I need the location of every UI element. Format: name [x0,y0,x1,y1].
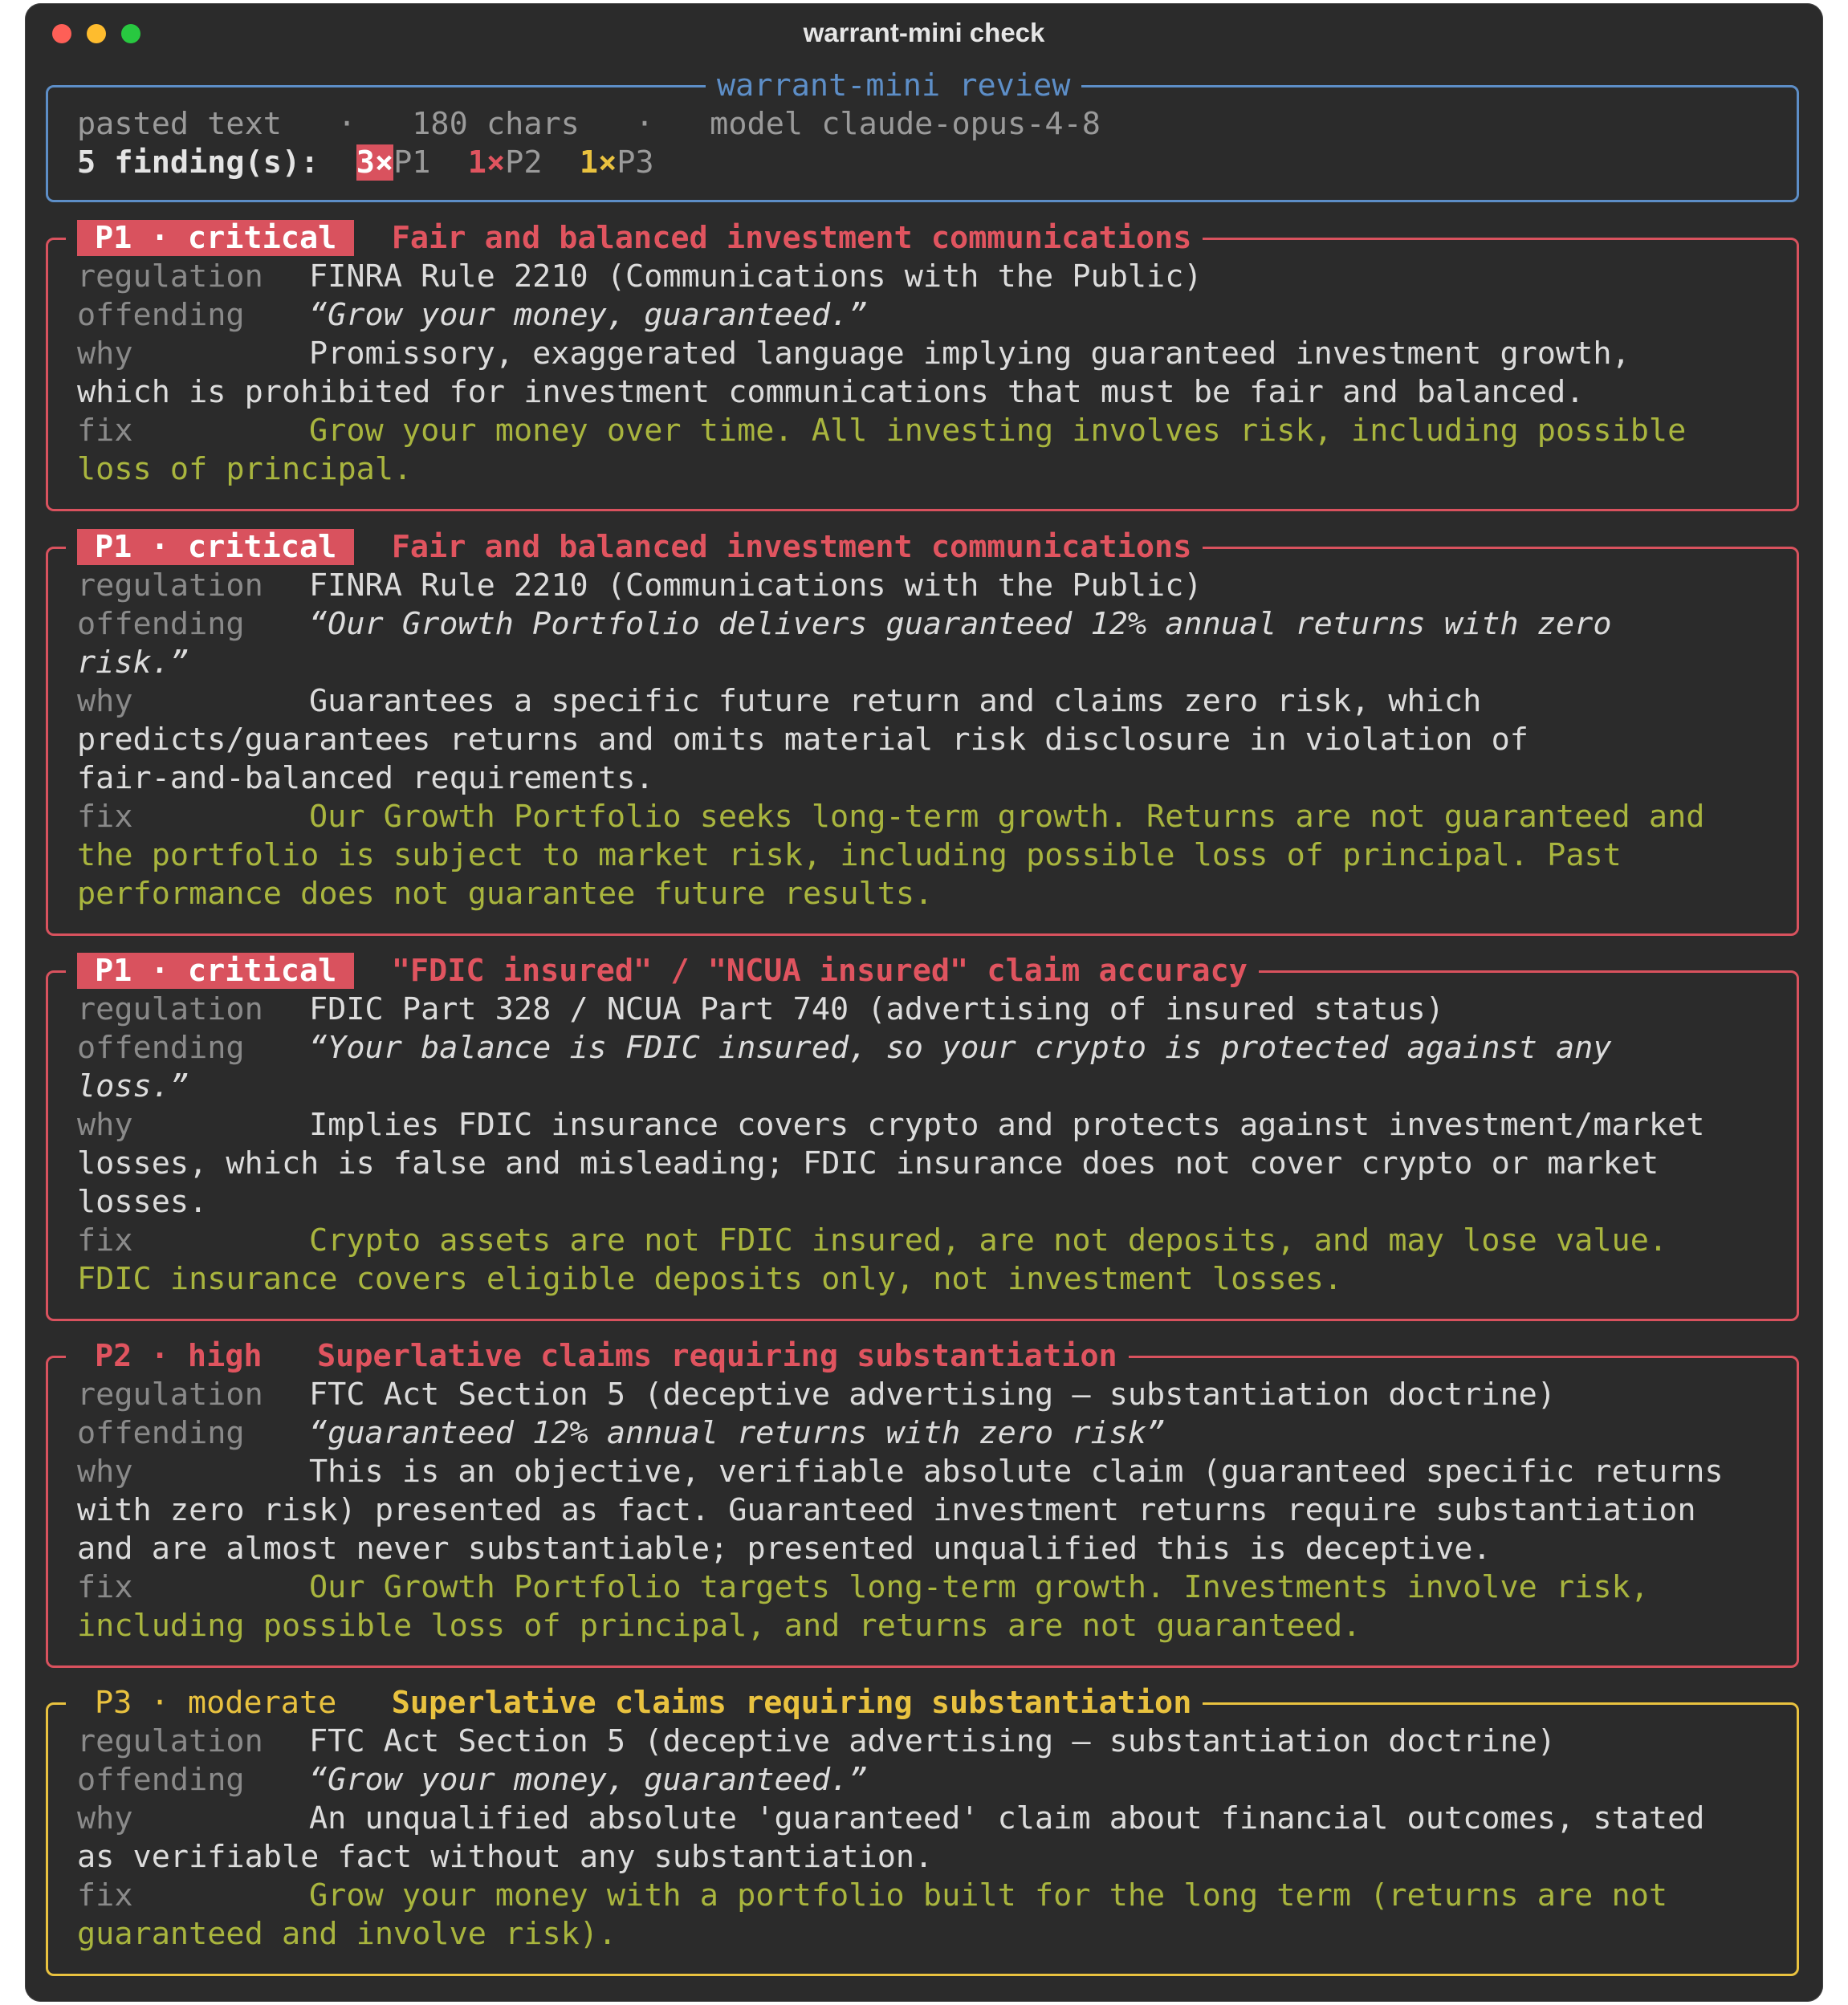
finding-card-3: P1 · critical "FDIC insured" / "NCUA ins… [46,950,1799,1321]
why-text-cont: which is prohibited for investment commu… [77,374,1585,410]
offending-text-cont: risk.” [77,645,189,681]
fix-text-cont: performance does not guarantee future re… [77,876,934,912]
fix-text: Our Growth Portfolio targets long-term g… [309,1569,1649,1605]
finding-legend: P1 · critical Fair and balanced investme… [66,218,1203,259]
why-row: why An unqualified absolute 'guaranteed' … [77,1800,1705,1836]
fix-row: fix Grow your money with a portfolio buil… [77,1877,1668,1913]
offending-text: “Grow your money, guaranteed.” [309,1762,868,1798]
finding-legend: P2 · high Superlative claims requiring s… [66,1336,1129,1377]
why-text: Guarantees a specific future return and … [309,683,1482,719]
why-text: This is an objective, verifiable absolut… [309,1454,1724,1490]
window-title: warrant-mini check [803,18,1045,47]
model-label: model claude-opus-4-8 [710,106,1101,142]
offending-text: “guaranteed 12% annual returns with zero… [309,1415,1166,1451]
why-text-cont: with zero risk) presented as fact. Guara… [77,1492,1696,1528]
why-text-cont: fair-and-balanced requirements. [77,760,654,796]
regulation-value: FTC Act Section 5 (deceptive advertising… [309,1377,1556,1413]
why-text: An unqualified absolute 'guaranteed' cla… [309,1800,1705,1836]
p3-count: 1× [579,144,617,181]
p3-count-level: P3 [617,144,654,181]
offending-row: offending “Grow your money, guaranteed.” [77,297,868,333]
finding-title: Superlative claims requiring substantiat… [391,1685,1192,1721]
why-text: Implies FDIC insurance covers crypto and… [309,1107,1705,1143]
regulation-row: regulation FDIC Part 328 / NCUA Part 740 … [77,991,1444,1027]
why-text-cont: losses. [77,1184,208,1220]
priority-badge: P1 · critical [77,220,355,256]
p2-count: 1× [467,144,506,181]
terminal-window: warrant-mini check warrant-mini review p… [25,3,1823,2002]
fix-text-cont: guaranteed and involve risk). [77,1916,617,1952]
fix-text: Our Growth Portfolio seeks long-term gro… [309,799,1705,835]
offending-row: offending “guaranteed 12% annual returns … [77,1415,1166,1451]
finding-title: Fair and balanced investment communicati… [391,220,1192,256]
finding-legend: P3 · moderate Superlative claims requiri… [66,1682,1203,1724]
offending-text: “Our Growth Portfolio delivers guarantee… [309,606,1612,642]
why-text: Promissory, exaggerated language implyin… [309,336,1630,372]
regulation-value: FINRA Rule 2210 (Communications with the… [309,567,1203,604]
offending-row: offending “Your balance is FDIC insured, … [77,1030,1612,1066]
review-legend: warrant-mini review [706,65,1082,107]
offending-row: offending “Our Growth Portfolio delivers … [77,606,1612,642]
finding-title: Superlative claims requiring substantiat… [316,1338,1117,1374]
regulation-value: FINRA Rule 2210 (Communications with the… [309,258,1203,295]
fix-text-cont: FDIC insurance covers eligible deposits … [77,1261,1343,1297]
regulation-value: FTC Act Section 5 (deceptive advertising… [309,1723,1556,1759]
finding-title: "FDIC insured" / "NCUA insured" claim ac… [391,953,1248,989]
offending-text: “Grow your money, guaranteed.” [309,297,868,333]
fix-row: fix Grow your money over time. All invest… [77,413,1687,449]
p1-count-badge: 3× [356,144,394,181]
fix-row: fix Our Growth Portfolio seeks long-term … [77,799,1705,835]
finding-legend: P1 · critical Fair and balanced investme… [66,527,1203,568]
fix-text: Grow your money over time. All investing… [309,413,1687,449]
summary-meta-line: pasted text · 180 chars · model claude-o… [77,106,1101,142]
priority-badge: P1 · critical [77,953,355,989]
title-bar: warrant-mini check [25,3,1823,64]
why-text-cont: and are almost never substantiable; pres… [77,1531,1492,1567]
p1-count-level: P1 [393,144,431,181]
why-row: why This is an objective, verifiable abso… [77,1454,1724,1490]
priority-badge: P1 · critical [77,529,355,565]
finding-card-2: P1 · critical Fair and balanced investme… [46,527,1799,936]
finding-title: Fair and balanced investment communicati… [391,529,1192,565]
offending-row: offending “Grow your money, guaranteed.” [77,1762,868,1798]
fix-text-cont: loss of principal. [77,451,413,487]
why-row: why Guarantees a specific future return a… [77,683,1482,719]
finding-card-1: P1 · critical Fair and balanced investme… [46,218,1799,511]
fix-text-cont: including possible loss of principal, an… [77,1608,1362,1644]
char-count: 180 chars [412,106,580,142]
regulation-value: FDIC Part 328 / NCUA Part 740 (advertisi… [309,991,1444,1027]
regulation-row: regulation FTC Act Section 5 (deceptive a… [77,1723,1556,1759]
fix-text: Grow your money with a portfolio built f… [309,1877,1668,1913]
regulation-row: regulation FINRA Rule 2210 (Communication… [77,567,1203,604]
fix-row: fix Crypto assets are not FDIC insured, a… [77,1222,1668,1259]
priority-label: P2 · high [95,1338,263,1374]
findings-label: 5 finding(s): [77,144,320,181]
regulation-row: regulation FTC Act Section 5 (deceptive a… [77,1377,1556,1413]
offending-text-cont: loss.” [77,1068,189,1104]
finding-card-5: P3 · moderate Superlative claims requiri… [46,1682,1799,1976]
findings-count-line: 5 finding(s): 3×P1 1×P2 1×P3 [77,144,654,182]
offending-text: “Your balance is FDIC insured, so your c… [309,1030,1612,1066]
why-text-cont: predicts/guarantees returns and omits ma… [77,722,1528,758]
priority-label: P3 · moderate [95,1685,337,1721]
regulation-row: regulation FINRA Rule 2210 (Communication… [77,258,1203,295]
why-row: why Implies FDIC insurance covers crypto … [77,1107,1705,1143]
why-text-cont: as verifiable fact without any substanti… [77,1839,934,1875]
review-summary-box: warrant-mini review pasted text · 180 ch… [46,65,1799,202]
finding-card-4: P2 · high Superlative claims requiring s… [46,1336,1799,1668]
fix-row: fix Our Growth Portfolio targets long-ter… [77,1569,1649,1605]
finding-legend: P1 · critical "FDIC insured" / "NCUA ins… [66,950,1259,992]
p2-count-level: P2 [505,144,543,181]
why-text-cont: losses, which is false and misleading; F… [77,1145,1659,1181]
fix-text: Crypto assets are not FDIC insured, are … [309,1222,1668,1259]
source-label: pasted text [77,106,282,142]
fix-text-cont: the portfolio is subject to market risk,… [77,837,1622,873]
why-row: why Promissory, exaggerated language impl… [77,336,1630,372]
